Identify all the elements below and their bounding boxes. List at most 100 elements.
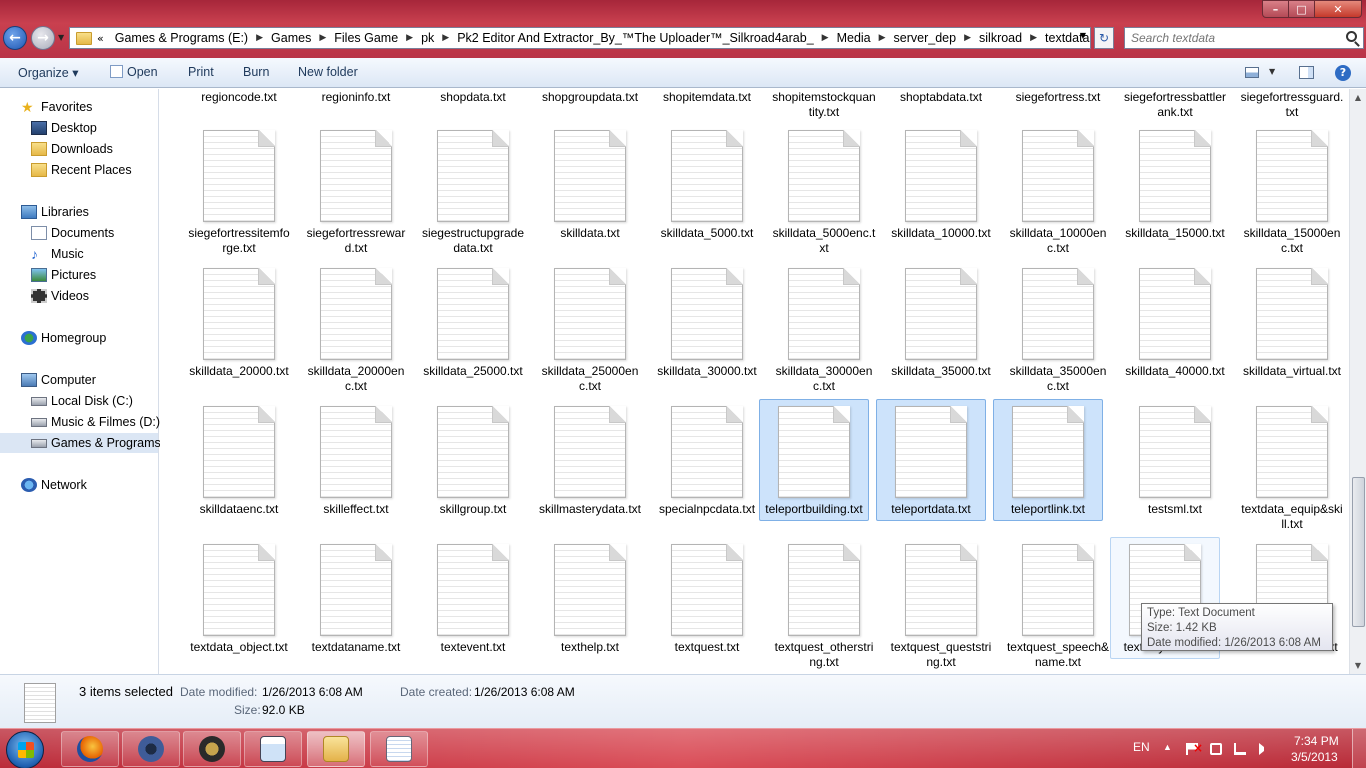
language-indicator[interactable]: EN bbox=[1133, 740, 1150, 754]
file-item[interactable]: shopdata.txt bbox=[418, 89, 528, 109]
taskbar-firefox[interactable] bbox=[61, 731, 119, 767]
file-item[interactable]: skilldata_5000.txt bbox=[652, 123, 762, 245]
file-item[interactable]: skilldata_15000.txt bbox=[1120, 123, 1230, 245]
scroll-up-icon[interactable]: ▲ bbox=[1350, 89, 1366, 106]
breadcrumb-media[interactable]: Media bbox=[834, 31, 874, 45]
file-item[interactable]: shopgroupdata.txt bbox=[535, 89, 645, 109]
vertical-scrollbar[interactable]: ▲ ▼ bbox=[1349, 89, 1366, 674]
address-dropdown-icon[interactable]: ▼ bbox=[1080, 31, 1086, 40]
file-item[interactable]: textdata_equip&skill.txt bbox=[1237, 399, 1347, 536]
address-bar[interactable]: « Games & Programs (E:) ▶ Games ▶ Files Ga… bbox=[69, 27, 1091, 49]
file-item-selected[interactable]: teleportlink.txt bbox=[993, 399, 1103, 521]
taskbar-explorer[interactable] bbox=[307, 731, 365, 767]
file-item[interactable]: regioninfo.txt bbox=[301, 89, 411, 109]
file-item[interactable]: skilldata_virtual.txt bbox=[1237, 261, 1347, 383]
file-item[interactable]: siegestructupgradedata.txt bbox=[418, 123, 528, 260]
file-item[interactable]: textdata_object.txt bbox=[184, 537, 294, 659]
breadcrumb-files-game[interactable]: Files Game bbox=[331, 31, 401, 45]
file-item[interactable]: testsml.txt bbox=[1120, 399, 1230, 521]
change-view-icon[interactable] bbox=[1245, 67, 1259, 78]
file-item-selected[interactable]: teleportbuilding.txt bbox=[759, 399, 869, 521]
file-item[interactable]: skilldata_5000enc.txt bbox=[769, 123, 879, 260]
file-item[interactable]: skilleffect.txt bbox=[301, 399, 411, 521]
file-item[interactable]: siegefortressitemforge.txt bbox=[184, 123, 294, 260]
file-item[interactable]: specialnpcdata.txt bbox=[652, 399, 762, 521]
start-button[interactable] bbox=[6, 731, 44, 768]
breadcrumb-server-dep[interactable]: server_dep bbox=[891, 31, 960, 45]
show-desktop-button[interactable] bbox=[1352, 729, 1366, 768]
nav-downloads[interactable]: Downloads bbox=[0, 139, 158, 159]
breadcrumb-separator-icon[interactable]: ▶ bbox=[959, 33, 976, 43]
file-item[interactable]: siegefortressbattlerank.txt bbox=[1120, 89, 1230, 124]
organize-button[interactable]: Organize ▾ bbox=[18, 65, 78, 80]
nav-pictures[interactable]: Pictures bbox=[0, 265, 158, 285]
file-item[interactable]: skilldata_15000enc.txt bbox=[1237, 123, 1347, 260]
device-icon[interactable] bbox=[1210, 743, 1222, 755]
breadcrumb-drive[interactable]: Games & Programs (E:) bbox=[112, 31, 251, 45]
file-item[interactable]: textquest_speech&name.txt bbox=[1003, 537, 1113, 674]
file-item[interactable]: textdataname.txt bbox=[301, 537, 411, 659]
file-item[interactable]: skilldata_30000.txt bbox=[652, 261, 762, 383]
nav-games-programs[interactable]: Games & Programs bbox=[0, 433, 161, 453]
file-item[interactable]: siegefortressguard.txt bbox=[1237, 89, 1347, 124]
file-item[interactable]: skilldata.txt bbox=[535, 123, 645, 245]
refresh-button[interactable]: ↻ bbox=[1094, 27, 1114, 49]
nav-homegroup[interactable]: Homegroup bbox=[0, 328, 158, 348]
breadcrumb-separator-icon[interactable]: ▶ bbox=[251, 33, 268, 43]
file-item[interactable]: skilldata_35000.txt bbox=[886, 261, 996, 383]
breadcrumb-separator-icon[interactable]: ▶ bbox=[1025, 33, 1042, 43]
nav-libraries[interactable]: Libraries bbox=[0, 202, 158, 222]
breadcrumb-separator-icon[interactable]: ▶ bbox=[437, 33, 454, 43]
nav-favorites[interactable]: ★ Favorites bbox=[0, 97, 158, 117]
file-item[interactable]: skilldata_10000.txt bbox=[886, 123, 996, 245]
file-item[interactable]: siegefortressreward.txt bbox=[301, 123, 411, 260]
nav-documents[interactable]: Documents bbox=[0, 223, 158, 243]
search-input[interactable] bbox=[1125, 28, 1335, 48]
nav-network[interactable]: Network bbox=[0, 475, 158, 495]
volume-icon[interactable] bbox=[1259, 743, 1271, 755]
close-button[interactable]: ✕ bbox=[1314, 0, 1362, 18]
taskbar-notepad[interactable] bbox=[370, 731, 428, 767]
nav-music-filmes[interactable]: Music & Filmes (D:) bbox=[0, 412, 160, 432]
file-item[interactable]: regioncode.txt bbox=[184, 89, 294, 109]
nav-recent-places[interactable]: Recent Places bbox=[0, 160, 158, 180]
file-item[interactable]: skilldata_30000enc.txt bbox=[769, 261, 879, 398]
file-item[interactable]: textquest_otherstring.txt bbox=[769, 537, 879, 674]
breadcrumb-silkroad[interactable]: silkroad bbox=[976, 31, 1025, 45]
file-item[interactable]: shoptabdata.txt bbox=[886, 89, 996, 109]
breadcrumb-games[interactable]: Games bbox=[268, 31, 314, 45]
taskbar-app-2[interactable] bbox=[122, 731, 180, 767]
file-item[interactable]: skillgroup.txt bbox=[418, 399, 528, 521]
maximize-button[interactable]: □ bbox=[1288, 0, 1315, 18]
open-button[interactable]: Open bbox=[110, 65, 158, 79]
breadcrumb-separator-icon[interactable]: ▶ bbox=[314, 33, 331, 43]
clock-date[interactable]: 3/5/2013 bbox=[1291, 750, 1338, 764]
taskbar-app-3[interactable] bbox=[183, 731, 241, 767]
nav-desktop[interactable]: Desktop bbox=[0, 118, 158, 138]
search-box[interactable] bbox=[1124, 27, 1364, 49]
file-item[interactable]: textquest.txt bbox=[652, 537, 762, 659]
burn-button[interactable]: Burn bbox=[243, 65, 269, 79]
minimize-button[interactable]: – bbox=[1262, 0, 1289, 18]
file-item[interactable]: texthelp.txt bbox=[535, 537, 645, 659]
file-item[interactable]: skilldataenc.txt bbox=[184, 399, 294, 521]
file-item[interactable]: skilldata_35000enc.txt bbox=[1003, 261, 1113, 398]
file-item[interactable]: shopitemstockquantity.txt bbox=[769, 89, 879, 124]
scroll-thumb[interactable] bbox=[1352, 477, 1365, 627]
breadcrumb-separator-icon[interactable]: ▶ bbox=[874, 33, 891, 43]
show-hidden-icons-icon[interactable]: ▲ bbox=[1163, 742, 1172, 752]
file-item[interactable]: textevent.txt bbox=[418, 537, 528, 659]
file-item-selected[interactable]: teleportdata.txt bbox=[876, 399, 986, 521]
help-icon[interactable]: ? bbox=[1335, 65, 1351, 81]
breadcrumb-pk[interactable]: pk bbox=[418, 31, 437, 45]
network-status-icon[interactable] bbox=[1234, 743, 1246, 755]
breadcrumb-overflow[interactable]: « bbox=[97, 32, 104, 45]
file-item[interactable]: skilldata_25000.txt bbox=[418, 261, 528, 383]
back-button[interactable]: ← bbox=[3, 26, 27, 50]
scroll-down-icon[interactable]: ▼ bbox=[1350, 657, 1366, 674]
file-item[interactable]: skilldata_40000.txt bbox=[1120, 261, 1230, 383]
breadcrumb-pk2-editor[interactable]: Pk2 Editor And Extractor_By_™The Uploade… bbox=[454, 31, 816, 45]
preview-pane-icon[interactable] bbox=[1299, 66, 1314, 79]
breadcrumb-separator-icon[interactable]: ▶ bbox=[401, 33, 418, 43]
file-item[interactable]: skillmasterydata.txt bbox=[535, 399, 645, 521]
